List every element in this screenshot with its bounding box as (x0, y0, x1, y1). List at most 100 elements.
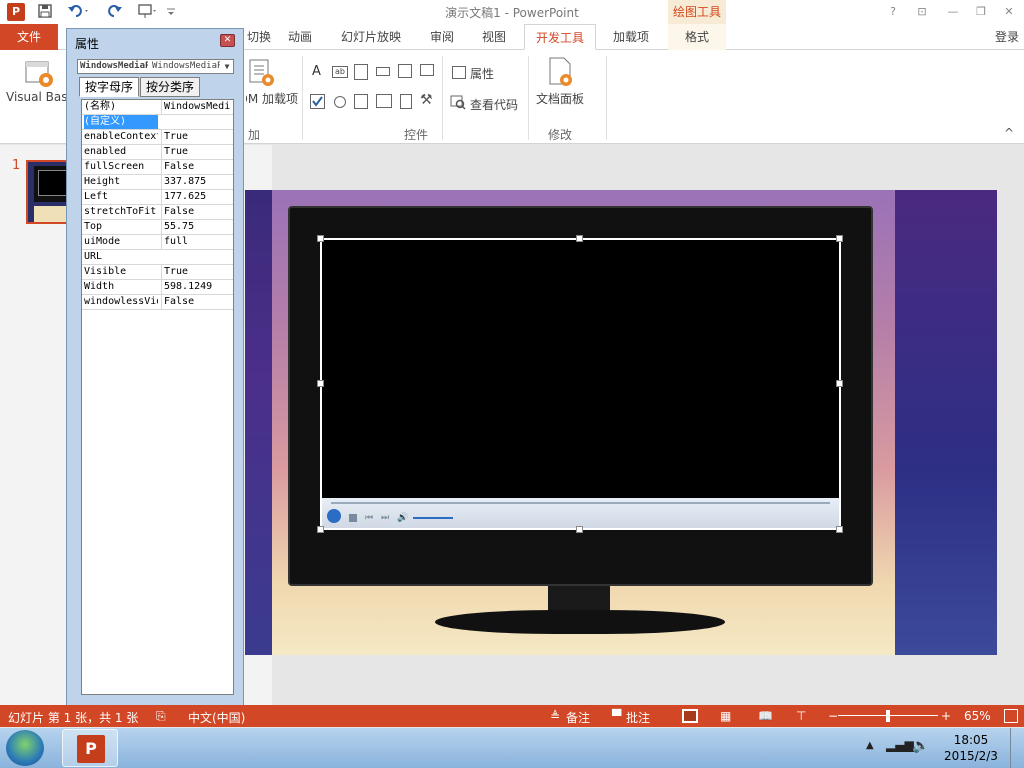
property-row[interactable]: Height 337.875 (82, 175, 233, 190)
start-button[interactable] (6, 730, 44, 766)
minimize-icon[interactable]: — (944, 4, 962, 20)
scrollbar-control-icon[interactable] (420, 64, 434, 76)
comments-button[interactable]: 批注 (626, 709, 650, 726)
property-value[interactable]: 177.625 (161, 190, 231, 204)
tab-alphabetic[interactable]: 按字母序 (79, 77, 139, 97)
label-control-icon[interactable]: A (312, 64, 321, 79)
property-row[interactable]: uiMode full (82, 235, 233, 250)
resize-handle[interactable] (836, 235, 843, 242)
slideshow-view-icon[interactable]: ⊤ (796, 709, 806, 723)
properties-icon[interactable] (452, 66, 466, 79)
property-row[interactable]: (自定义)... (82, 115, 233, 130)
zoom-out-icon[interactable]: − (828, 709, 838, 723)
listbox-control-icon[interactable] (354, 94, 368, 109)
property-value[interactable]: WindowsMediaPlayer1 (161, 100, 231, 114)
dropdown-arrow-icon[interactable]: ▼ (221, 60, 233, 73)
property-row[interactable]: enabled True (82, 145, 233, 160)
resize-handle[interactable] (317, 235, 324, 242)
notes-icon[interactable]: ≜ (550, 709, 560, 723)
property-value[interactable]: full (161, 235, 231, 249)
volume-tray-icon[interactable]: 🔈 (912, 738, 929, 754)
visual-basic-icon[interactable] (22, 56, 56, 93)
tab-addins[interactable]: 加载项 (604, 24, 658, 50)
view-code-icon[interactable] (450, 94, 466, 113)
textbox-control-icon[interactable]: ab (332, 66, 348, 78)
property-row[interactable]: (名称) WindowsMediaPlayer1 (82, 100, 233, 115)
property-row[interactable]: Top 55.75 (82, 220, 233, 235)
image-control-icon[interactable] (398, 64, 412, 78)
restore-icon[interactable]: ❐ (972, 4, 990, 20)
notes-button[interactable]: 备注 (566, 709, 590, 726)
system-clock[interactable]: 18:05 2015/2/3 (940, 732, 1002, 764)
tab-transitions[interactable]: 切换 (244, 24, 274, 50)
property-value[interactable]: 598.1249 (161, 280, 231, 294)
slide-canvas[interactable]: ⏮ ⏭ 🔊 (245, 190, 997, 655)
zoom-level[interactable]: 65% (964, 709, 991, 723)
properties-button[interactable]: 属性 (470, 65, 494, 82)
resize-handle[interactable] (576, 526, 583, 533)
view-code-button[interactable]: 查看代码 (470, 96, 518, 113)
com-addins-button[interactable]: COM 加载项 (246, 90, 298, 107)
tray-expand-icon[interactable]: ▲ (866, 740, 874, 751)
help-icon[interactable]: ? (884, 4, 902, 20)
taskbar-powerpoint[interactable]: P (62, 729, 118, 767)
document-panel-icon[interactable] (546, 56, 576, 93)
tab-format[interactable]: 格式 (668, 24, 726, 50)
property-row[interactable]: Visible True (82, 265, 233, 280)
network-icon[interactable]: ▂▄▆ (886, 738, 914, 752)
tab-slideshow[interactable]: 幻灯片放映 (334, 24, 408, 50)
resize-handle[interactable] (836, 380, 843, 387)
property-row[interactable]: fullScreen False (82, 160, 233, 175)
spellcheck-icon[interactable]: ⎘ (156, 709, 166, 724)
collapse-ribbon-icon[interactable]: ^ (1004, 126, 1014, 140)
language-status[interactable]: 中文(中国) (188, 709, 245, 726)
resize-handle[interactable] (576, 235, 583, 242)
properties-close-button[interactable]: ✕ (220, 34, 235, 47)
tab-animations[interactable]: 动画 (280, 24, 320, 50)
tab-categorized[interactable]: 按分类序 (140, 77, 200, 97)
property-value[interactable]: True (161, 265, 231, 279)
normal-view-icon[interactable] (682, 709, 698, 723)
property-row[interactable]: windowlessVideoFalse (82, 295, 233, 310)
slide-sorter-icon[interactable]: ▦ (720, 709, 731, 723)
combobox-control-icon[interactable] (376, 94, 392, 108)
tab-developer[interactable]: 开发工具 (524, 24, 596, 50)
option-control-icon[interactable] (334, 96, 346, 108)
resize-handle[interactable] (317, 526, 324, 533)
resize-handle[interactable] (317, 380, 324, 387)
tab-view[interactable]: 视图 (474, 24, 514, 50)
spinbutton-control-icon[interactable] (354, 64, 368, 80)
property-value[interactable]: False (161, 295, 231, 309)
login-link[interactable]: 登录 (990, 24, 1024, 50)
checkbox-control-icon[interactable] (310, 94, 325, 109)
tab-file[interactable]: 文件 (0, 24, 58, 50)
tab-review[interactable]: 审阅 (422, 24, 462, 50)
document-panel-button[interactable]: 文档面板 (536, 90, 584, 107)
comments-icon[interactable]: ▀ (612, 709, 621, 723)
property-row[interactable]: URL (82, 250, 233, 265)
property-row[interactable]: Width 598.1249 (82, 280, 233, 295)
ribbon-display-icon[interactable]: ⊡ (913, 4, 931, 20)
property-row[interactable]: enableContextMenuTrue (82, 130, 233, 145)
property-value[interactable]: True (161, 145, 231, 159)
commandbutton-control-icon[interactable] (376, 67, 390, 76)
property-value[interactable]: 337.875 (161, 175, 231, 189)
property-value[interactable]: True (161, 130, 231, 144)
property-value[interactable]: 55.75 (161, 220, 231, 234)
reading-view-icon[interactable]: 📖 (758, 709, 773, 723)
property-value[interactable]: False (161, 160, 231, 174)
object-selector[interactable]: WindowsMediaPlayer1 WindowsMediaPlayer ▼ (77, 59, 234, 74)
resize-handle[interactable] (836, 526, 843, 533)
zoom-in-icon[interactable]: + (941, 709, 951, 723)
more-controls-icon[interactable]: ⚒ (420, 92, 433, 108)
properties-window[interactable]: 属性 ✕ WindowsMediaPlayer1 WindowsMediaPla… (66, 28, 244, 706)
property-value[interactable]: False (161, 205, 231, 219)
property-row[interactable]: stretchToFit False (82, 205, 233, 220)
com-addins-icon[interactable] (246, 56, 278, 93)
property-row[interactable]: Left 177.625 (82, 190, 233, 205)
close-icon[interactable]: ✕ (1000, 4, 1018, 20)
show-desktop-button[interactable] (1010, 728, 1024, 768)
fit-slide-icon[interactable] (1004, 709, 1018, 723)
togglebutton-control-icon[interactable] (400, 94, 412, 109)
zoom-slider-thumb[interactable] (886, 710, 890, 722)
